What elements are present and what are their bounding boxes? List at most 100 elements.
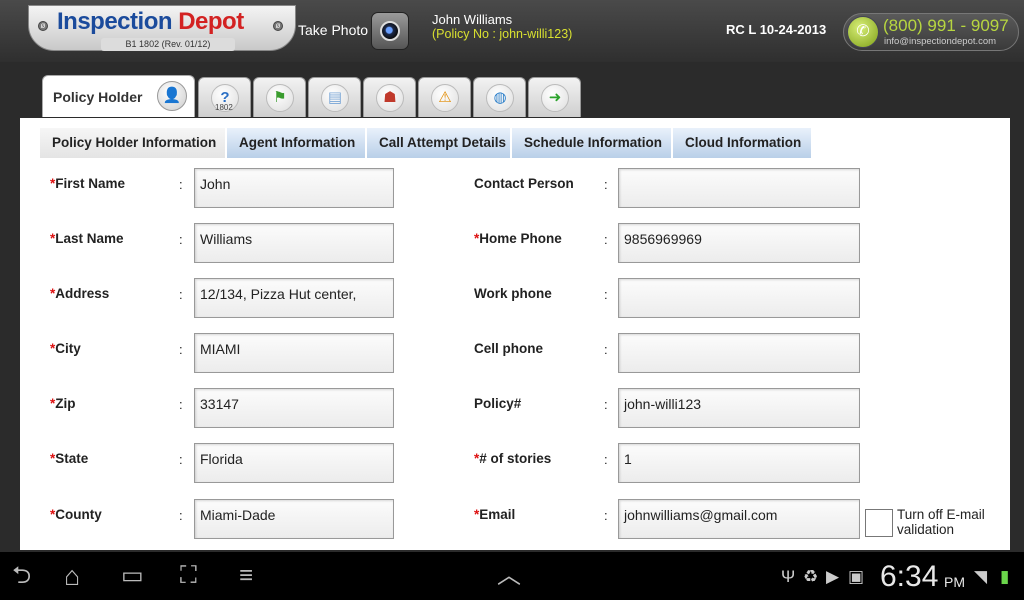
brand-part1: Inspection [57,8,173,35]
help-sub-label: 1802 [215,103,233,112]
label-text: City [55,341,81,356]
colon: : [604,342,608,357]
tab-comments[interactable]: ▤ [308,77,361,117]
subtab-policy-holder-information[interactable]: Policy Holder Information [40,128,226,158]
label-city: *City [50,341,81,356]
cell-phone-field[interactable] [618,333,860,373]
inspection-depot-logo: ø ø Inspection Depot B1 1802 (Rev. 01/12… [28,5,296,51]
policy-number-field[interactable]: john-willi123 [618,388,860,428]
comments-icon: ▤ [321,84,349,112]
screw-icon: ø [38,21,48,31]
brand-subtitle: B1 1802 (Rev. 01/12) [101,38,235,51]
phone-icon: ✆ [847,16,879,48]
brand-part2: Depot [178,8,244,35]
colon: : [179,177,183,192]
last-name-field[interactable]: Williams [194,223,394,263]
clock-time: 6:34 [880,560,939,593]
camera-icon [380,21,400,41]
system-nav-bar: ⮌ ⌂ ▭ ⛶ ≡ ︿ Ψ ♻ ▶ ▣ 6:34 PM ◥ ▮ [0,552,1024,600]
label-contact-person: Contact Person [474,176,574,191]
recent-apps-icon[interactable]: ▭ [121,562,144,590]
subtab-schedule-information[interactable]: Schedule Information [512,128,672,158]
email-field[interactable]: johnwilliams@gmail.com [618,499,860,539]
screw-icon: ø [273,21,283,31]
contact-person-field[interactable] [618,168,860,208]
label-text: Email [479,507,516,522]
label-text: County [55,507,102,522]
colon: : [179,287,183,302]
colon: : [604,177,608,192]
colon: : [179,508,183,523]
label-zip: *Zip [50,396,76,411]
tab-people[interactable]: ☗ [363,77,416,117]
tab-help-1802[interactable]: ? 1802 [198,77,251,117]
label-text: State [55,451,89,466]
wind-icon: ⚑ [266,84,294,112]
take-photo-button[interactable] [371,12,409,50]
up-chevron-icon[interactable]: ︿ [497,562,521,590]
turn-off-email-validation-label: Turn off E-mail validation [897,507,985,537]
menu-icon[interactable]: ≡ [239,562,253,590]
label-text: Home Phone [479,231,562,246]
state-field[interactable]: Florida [194,443,394,483]
rc-version-label: RC L 10-24-2013 [726,22,827,37]
colon: : [179,452,183,467]
contact-phone-box[interactable]: ✆ (800) 991 - 9097 info@inspectiondepot.… [843,13,1019,51]
number-of-stories-field[interactable]: 1 [618,443,860,483]
label-number-of-stories: *# of stories [474,451,551,466]
label-text: Last Name [55,231,124,246]
colon: : [179,397,183,412]
tab-label: Policy Holder [53,89,143,105]
subtab-call-attempt-details[interactable]: Call Attempt Details [367,128,511,158]
play-store-icon: ▶ [826,567,840,586]
tab-next[interactable]: ➜ [528,77,581,117]
warning-icon: ⚠ [431,84,459,112]
address-field[interactable]: 12/134, Pizza Hut center, [194,278,394,318]
turn-off-email-validation-checkbox[interactable] [865,509,893,537]
subtab-label: Policy Holder Information [52,135,217,150]
screenshot-icon[interactable]: ⛶ [180,562,197,590]
label-email: *Email [474,507,515,522]
back-icon[interactable]: ⮌ [12,562,31,590]
label-county: *County [50,507,102,522]
label-first-name: *First Name [50,176,125,191]
user-name: John Williams [432,12,513,27]
home-icon[interactable]: ⌂ [64,562,80,590]
home-phone-field[interactable]: 9856969969 [618,223,860,263]
subtab-agent-information[interactable]: Agent Information [227,128,366,158]
people-icon: ☗ [376,84,404,112]
label-text: Zip [55,396,76,411]
clock-ampm: PM [944,574,965,590]
phone-number: (800) 991 - 9097 [883,16,1009,35]
subtab-label: Cloud Information [685,135,802,150]
label-text: Contact Person [474,176,574,191]
tab-wind-mitigation[interactable]: ⚑ [253,77,306,117]
label-address: *Address [50,286,109,301]
globe-icon: ◍ [486,84,514,112]
tab-policy-holder[interactable]: Policy Holder 👤 [42,75,195,117]
colon: : [179,342,183,357]
label-last-name: *Last Name [50,231,124,246]
battery-icon: ▮ [1000,567,1010,586]
work-phone-field[interactable] [618,278,860,318]
label-cell-phone: Cell phone [474,341,543,356]
first-name-field[interactable]: John [194,168,394,208]
usb-icon: Ψ [781,567,796,586]
tab-globe[interactable]: ◍ [473,77,526,117]
app-header: ø ø Inspection Depot B1 1802 (Rev. 01/12… [0,0,1024,62]
label-text: Cell phone [474,341,544,356]
colon: : [604,232,608,247]
label-work-phone: Work phone [474,286,552,301]
label-state: *State [50,451,88,466]
label-policy-number: Policy# [474,396,521,411]
zip-field[interactable]: 33147 [194,388,394,428]
county-field[interactable]: Miami-Dade [194,499,394,539]
wifi-icon: ◥ [974,567,988,586]
colon: : [179,232,183,247]
user-policy-number: (Policy No : john-willi123) [432,27,573,41]
label-text: Policy# [474,396,522,411]
tab-warning[interactable]: ⚠ [418,77,471,117]
recycle-icon: ♻ [803,567,819,586]
subtab-cloud-information[interactable]: Cloud Information [673,128,812,158]
city-field[interactable]: MIAMI [194,333,394,373]
